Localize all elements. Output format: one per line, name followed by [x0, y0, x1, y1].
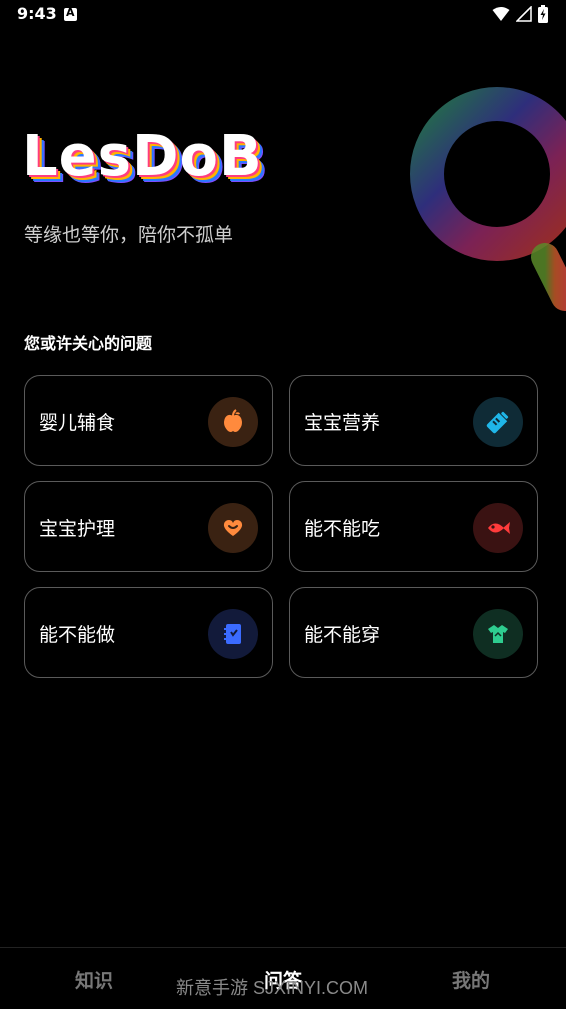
heart-hand-icon [208, 503, 258, 553]
notification-a-icon [64, 6, 77, 21]
card-label: 宝宝营养 [304, 412, 381, 434]
topic-card-can-do[interactable]: 能不能做 [24, 587, 273, 678]
q-logo-icon [410, 87, 566, 311]
topic-card-baby-care[interactable]: 宝宝护理 [24, 481, 273, 572]
card-label: 婴儿辅食 [39, 412, 116, 434]
topic-card-baby-food[interactable]: 婴儿辅食 [24, 375, 273, 466]
card-label: 能不能穿 [304, 624, 381, 646]
apple-icon [208, 397, 258, 447]
topic-card-baby-nutrition[interactable]: 宝宝营养 [289, 375, 538, 466]
wifi-icon [492, 7, 510, 21]
topic-card-can-wear[interactable]: 能不能穿 [289, 587, 538, 678]
status-time: 9:43 [17, 4, 57, 23]
section-title: 您或许关心的问题 [24, 334, 153, 353]
topic-card-can-eat[interactable]: 能不能吃 [289, 481, 538, 572]
notebook-icon [208, 609, 258, 659]
app-title: LesDoB [22, 124, 263, 189]
nav-tab-knowledge[interactable]: 知识 [75, 966, 113, 993]
status-bar: 9:43 [0, 0, 566, 30]
card-label: 能不能做 [39, 624, 116, 646]
fish-icon [473, 503, 523, 553]
app-slogan: 等缘也等你，陪你不孤单 [24, 224, 234, 246]
status-icons [492, 5, 548, 23]
signal-icon [516, 6, 532, 22]
shirt-icon [473, 609, 523, 659]
baby-bottle-icon [473, 397, 523, 447]
watermark: 新意手游 SJXINYI.COM [176, 978, 369, 998]
card-label: 能不能吃 [304, 518, 381, 540]
card-label: 宝宝护理 [39, 518, 116, 540]
nav-tab-mine[interactable]: 我的 [452, 966, 490, 993]
battery-icon [538, 5, 548, 23]
